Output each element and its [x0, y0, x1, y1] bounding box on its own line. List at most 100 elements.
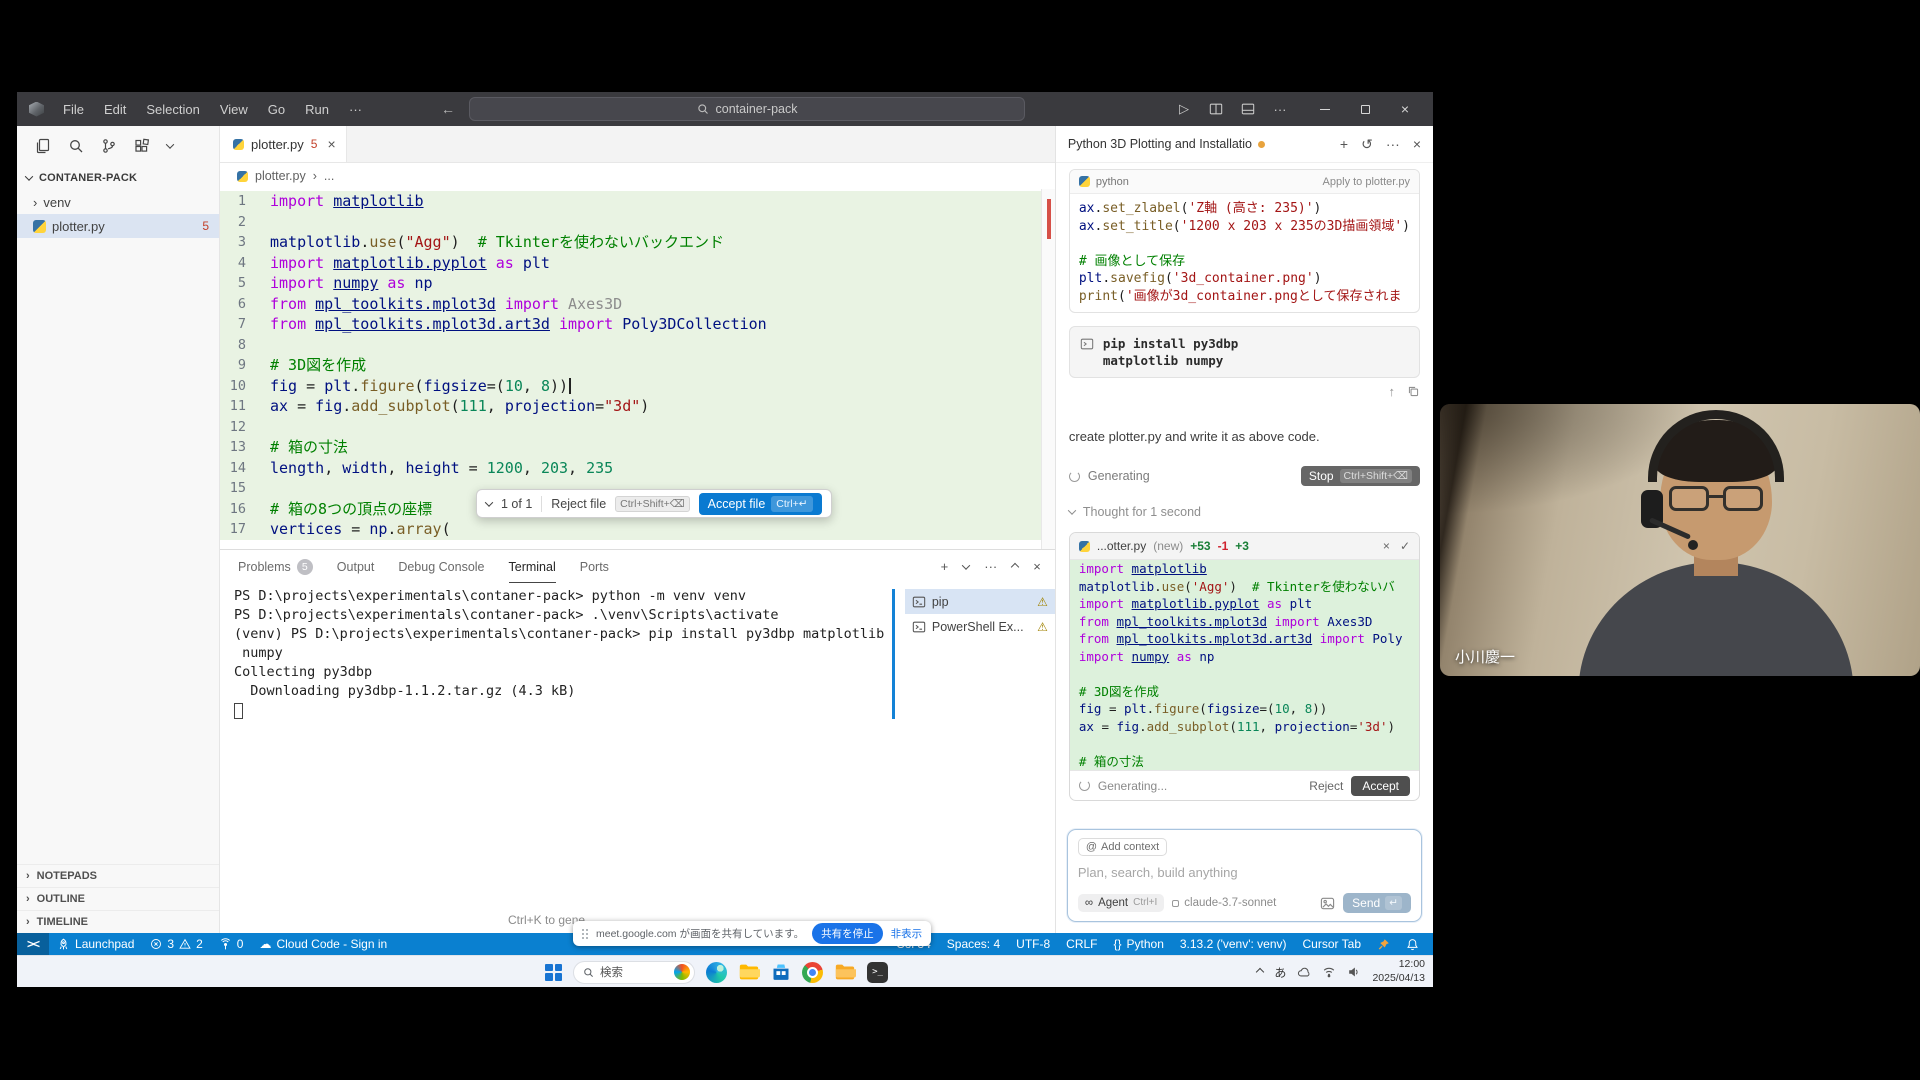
launchpad-item[interactable]: Launchpad — [49, 933, 142, 955]
interpreter-item[interactable]: 3.13.2 ('venv': venv) — [1172, 933, 1295, 955]
maximize-button[interactable] — [1345, 94, 1385, 124]
terminal-instance-powershell[interactable]: PowerShell Ex... ⚠ — [905, 614, 1055, 639]
tree-item-plotter[interactable]: plotter.py 5 — [17, 214, 219, 238]
reject-button[interactable]: Reject — [1309, 779, 1343, 793]
tab-terminal[interactable]: Terminal — [509, 550, 556, 583]
menu-run[interactable]: Run — [296, 99, 338, 120]
attach-image-icon[interactable] — [1320, 896, 1335, 911]
taskbar-search[interactable]: 検索 — [573, 961, 695, 984]
taskbar-clock[interactable]: 12:00 2025/04/13 — [1372, 958, 1425, 985]
command-center-search[interactable]: container-pack — [469, 97, 1025, 121]
ime-indicator[interactable]: あ — [1274, 964, 1286, 981]
agent-mode-selector[interactable]: ∞ Agent Ctrl+I — [1078, 894, 1164, 912]
tray-overflow-icon[interactable] — [1256, 968, 1264, 976]
tab-plotter-py[interactable]: plotter.py 5 × — [220, 126, 347, 162]
cursor-tab-item[interactable]: Cursor Tab — [1295, 933, 1369, 955]
pin-icon[interactable] — [1369, 933, 1398, 955]
folder-icon[interactable] — [834, 961, 856, 983]
menu-view[interactable]: View — [211, 99, 257, 120]
close-chat-icon[interactable]: × — [1413, 136, 1421, 152]
encoding-item[interactable]: UTF-8 — [1008, 933, 1058, 955]
chat-composer[interactable]: @ Add context Plan, search, build anythi… — [1067, 829, 1422, 922]
terminal-output[interactable]: PS D:\projects\experimentals\contaner-pa… — [234, 587, 892, 933]
menu-more[interactable]: ··· — [340, 99, 371, 120]
chat-messages[interactable]: python Apply to plotter.py ax.set_zlabel… — [1056, 163, 1433, 821]
chrome-icon[interactable] — [802, 962, 823, 983]
dismiss-diff-icon[interactable]: × — [1383, 539, 1390, 553]
diff-card-header[interactable]: ...otter.py (new) +53 -1 +3 × ✓ — [1070, 533, 1419, 560]
reject-file-button[interactable]: Reject file — [551, 497, 606, 511]
search-sidebar-icon[interactable] — [68, 138, 84, 154]
stop-sharing-button[interactable]: 共有を停止 — [812, 923, 883, 944]
close-panel-icon[interactable]: × — [1033, 559, 1041, 574]
remote-indicator[interactable]: >< — [17, 933, 49, 955]
minimize-button[interactable] — [1305, 94, 1345, 124]
tab-output[interactable]: Output — [337, 550, 375, 583]
model-selector[interactable]: claude-3.7-sonnet — [1172, 897, 1276, 909]
breadcrumb[interactable]: plotter.py › ... — [220, 163, 1055, 189]
volume-icon[interactable] — [1347, 965, 1361, 979]
menu-go[interactable]: Go — [259, 99, 294, 120]
scroll-up-icon[interactable]: ↑ — [1389, 384, 1396, 399]
onedrive-icon[interactable] — [1297, 965, 1311, 979]
send-button[interactable]: Send ↵ — [1343, 893, 1411, 913]
store-icon[interactable] — [771, 962, 791, 982]
menu-selection[interactable]: Selection — [137, 99, 208, 120]
apply-to-file-button[interactable]: Apply to plotter.py — [1323, 176, 1410, 188]
new-chat-icon[interactable]: + — [1340, 136, 1348, 152]
source-control-icon[interactable] — [101, 138, 117, 154]
code-editor[interactable]: 1import matplotlib23matplotlib.use("Agg"… — [220, 189, 1055, 549]
indentation-item[interactable]: Spaces: 4 — [939, 933, 1008, 955]
panel-more-icon[interactable]: ··· — [984, 559, 997, 574]
terminal-dropdown-icon[interactable] — [962, 561, 970, 569]
ports-item[interactable]: 0 — [211, 933, 252, 955]
eol-item[interactable]: CRLF — [1058, 933, 1105, 955]
accept-file-button[interactable]: Accept file Ctrl+↵ — [699, 493, 822, 515]
run-icon[interactable]: ▷ — [1169, 96, 1199, 122]
hide-bar-button[interactable]: 非表示 — [891, 926, 923, 941]
panel-sash[interactable] — [892, 589, 895, 719]
tab-debug-console[interactable]: Debug Console — [398, 550, 484, 583]
add-context-chip[interactable]: @ Add context — [1078, 838, 1167, 856]
history-icon[interactable]: ↺ — [1361, 136, 1373, 153]
close-tab-icon[interactable]: × — [327, 136, 335, 152]
thought-row[interactable]: Thought for 1 second — [1069, 505, 1420, 519]
chevron-down-icon[interactable] — [485, 498, 493, 506]
explorer-root-header[interactable]: CONTANER-PACK — [17, 166, 219, 190]
section-notepads[interactable]: ›NOTEPADS — [17, 864, 219, 887]
minimap[interactable] — [1041, 189, 1055, 549]
section-outline[interactable]: ›OUTLINE — [17, 887, 219, 910]
extensions-icon[interactable] — [134, 138, 150, 154]
drag-handle-icon[interactable] — [582, 929, 588, 939]
customize-layout-icon[interactable]: ··· — [1265, 96, 1295, 122]
tab-ports[interactable]: Ports — [580, 550, 609, 583]
accept-button[interactable]: Accept — [1351, 776, 1410, 796]
new-terminal-icon[interactable]: + — [941, 559, 949, 574]
network-icon[interactable] — [1322, 965, 1336, 979]
close-window-button[interactable]: × — [1385, 94, 1425, 124]
terminal-app-icon[interactable]: >_ — [867, 962, 888, 983]
edge-icon[interactable] — [706, 962, 727, 983]
menu-file[interactable]: File — [54, 99, 93, 120]
tab-problems[interactable]: Problems5 — [238, 550, 313, 583]
copy-icon[interactable] — [1407, 385, 1420, 398]
tree-item-venv[interactable]: › venv — [17, 190, 219, 214]
terminal-instance-pip[interactable]: pip ⚠ — [905, 589, 1055, 614]
nav-back-icon[interactable]: ← — [441, 101, 455, 117]
maximize-panel-icon[interactable] — [1011, 562, 1019, 570]
language-mode-item[interactable]: {} Python — [1106, 933, 1172, 955]
accept-diff-icon[interactable]: ✓ — [1400, 539, 1410, 553]
problems-item[interactable]: 3 2 — [142, 933, 210, 955]
chat-more-icon[interactable]: ··· — [1386, 136, 1400, 152]
stop-button[interactable]: Stop Ctrl+Shift+⌫ — [1301, 466, 1420, 486]
explorer-icon[interactable] — [35, 138, 51, 154]
menu-edit[interactable]: Edit — [95, 99, 135, 120]
layout-panel-icon[interactable] — [1233, 96, 1263, 122]
section-timeline[interactable]: ›TIMELINE — [17, 910, 219, 933]
start-button[interactable] — [545, 964, 562, 981]
notifications-bell[interactable] — [1398, 933, 1427, 955]
file-explorer-icon[interactable] — [738, 961, 760, 983]
cloud-code-item[interactable]: ☁ Cloud Code - Sign in — [251, 933, 395, 955]
activity-overflow-icon[interactable] — [166, 140, 174, 148]
split-editor-icon[interactable] — [1201, 96, 1231, 122]
